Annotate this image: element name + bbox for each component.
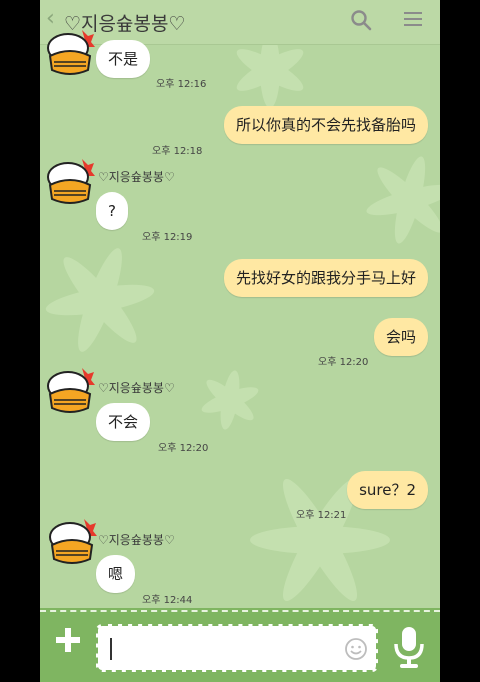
composer-divider	[40, 610, 440, 612]
message-timestamp: 오후 12:18	[152, 146, 203, 157]
message-bubble-outgoing[interactable]: 先找好女的跟我分手马上好	[223, 259, 428, 297]
search-icon[interactable]	[350, 9, 372, 31]
message-bubble-incoming[interactable]: 不是	[96, 40, 151, 78]
microphone-icon[interactable]	[390, 624, 428, 670]
sender-name: ♡지응슢봉봉♡	[98, 170, 175, 184]
message-bubble-outgoing[interactable]: sure？2	[347, 471, 428, 509]
avatar[interactable]	[42, 364, 98, 420]
message-input[interactable]	[96, 624, 378, 672]
message-timestamp: 오후 12:21	[296, 510, 347, 521]
sender-name: ♡지응슢봉봉♡	[98, 381, 175, 395]
message-timestamp: 오후 12:20	[318, 357, 369, 368]
message-bubble-incoming[interactable]: 不会	[96, 403, 151, 441]
message-timestamp: 오후 12:44	[142, 595, 193, 606]
plus-icon[interactable]	[54, 626, 82, 654]
message-bubble-incoming[interactable]: 嗯	[96, 555, 136, 593]
message-timestamp: 오후 12:20	[158, 443, 209, 454]
message-timestamp: 오후 12:16	[156, 79, 207, 90]
sender-name: ♡지응슢봉봉♡	[98, 533, 175, 547]
chat-screen: ‹ ♡지응슢봉봉♡ 不是 오후 12:16 所以你真的不会先找备胎吗 오후 12…	[40, 0, 440, 682]
avatar[interactable]	[44, 515, 100, 571]
text-caret	[110, 638, 112, 660]
avatar[interactable]	[42, 155, 98, 211]
background-flower-pattern	[45, 32, 440, 602]
smile-icon[interactable]	[344, 637, 368, 661]
message-timestamp: 오후 12:19	[142, 232, 193, 243]
message-bubble-incoming[interactable]: ?	[96, 192, 128, 230]
chat-header: ‹ ♡지응슢봉봉♡	[40, 0, 440, 45]
message-bubble-outgoing[interactable]: 所以你真的不会先找备胎吗	[223, 106, 428, 144]
avatar[interactable]	[42, 26, 98, 82]
message-bubble-outgoing[interactable]: 会吗	[373, 318, 428, 356]
menu-icon[interactable]	[403, 9, 423, 29]
